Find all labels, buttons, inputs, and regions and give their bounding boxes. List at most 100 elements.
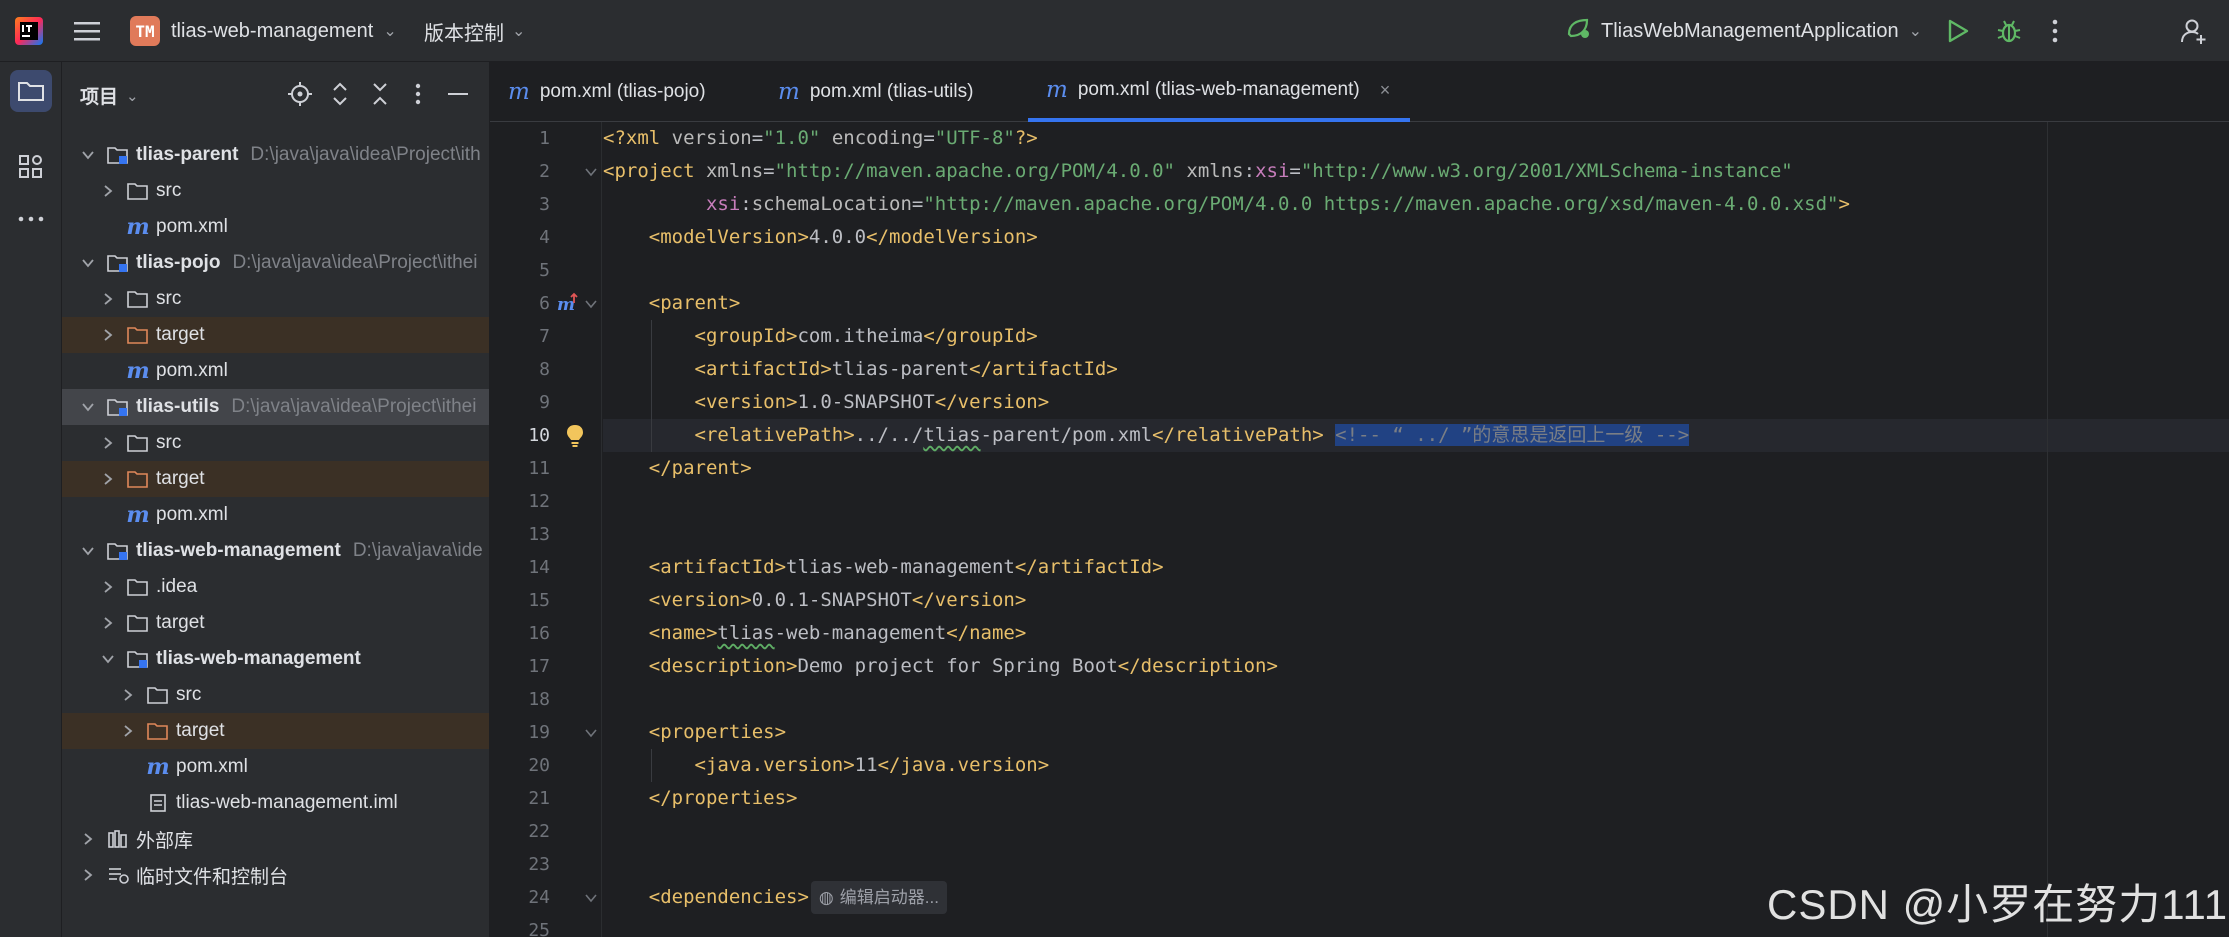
chevron-down-icon[interactable]: [78, 541, 98, 561]
tree-item[interactable]: target: [62, 605, 489, 641]
locate-file-icon[interactable]: [286, 80, 314, 108]
tree-item[interactable]: tlias-utils D:\java\java\idea\Project\ith…: [62, 389, 489, 425]
options-icon[interactable]: [404, 80, 432, 108]
tab-pom-utils[interactable]: m pom.xml (tlias-utils): [778, 62, 973, 122]
project-badge[interactable]: TM: [130, 16, 160, 46]
tree-item[interactable]: src: [62, 677, 489, 713]
intellij-logo-icon[interactable]: [14, 16, 44, 46]
fold-chevron-icon[interactable]: [584, 881, 598, 914]
chevron-down-icon[interactable]: [78, 253, 98, 273]
tree-item[interactable]: src: [62, 173, 489, 209]
debug-icon[interactable]: [1996, 0, 2022, 62]
tree-item[interactable]: tlias-web-management D:\java\java\ide: [62, 533, 489, 569]
lightbulb-icon[interactable]: [566, 423, 584, 454]
main-menu-icon[interactable]: [74, 0, 102, 62]
code-line-2: <project xmlns="http://maven.apache.org/…: [603, 160, 1793, 182]
tree-item[interactable]: src: [62, 425, 489, 461]
chevron-down-icon[interactable]: [98, 649, 118, 669]
run-configuration-selector[interactable]: TliasWebManagementApplication ⌄: [1565, 0, 1922, 62]
chevron-right-icon[interactable]: [118, 721, 138, 741]
code-area[interactable]: <?xml version="1.0" encoding="UTF-8"?> <…: [603, 122, 2229, 937]
close-tab-icon[interactable]: ×: [1380, 80, 1391, 101]
project-switcher[interactable]: tlias-web-management ⌄: [171, 0, 397, 62]
watermark: CSDN @小罗在努力111: [1767, 881, 2229, 928]
more-tools-icon[interactable]: [10, 198, 52, 240]
chevron-right-icon[interactable]: [98, 289, 118, 309]
tree-item-label: src: [156, 432, 182, 453]
tree-item-path: D:\java\java\idea\Project\ithei: [231, 396, 477, 417]
collapse-all-icon[interactable]: [366, 80, 394, 108]
vcs-menu[interactable]: 版本控制 ⌄: [424, 0, 525, 62]
chevron-down-icon[interactable]: [78, 397, 98, 417]
run-icon[interactable]: [1947, 0, 1969, 62]
folder-icon: [146, 684, 170, 706]
more-actions-icon[interactable]: [2052, 0, 2058, 62]
folder-icon: [126, 180, 150, 202]
tree-item[interactable]: tlias-web-management: [62, 641, 489, 677]
tree-item[interactable]: src: [62, 281, 489, 317]
excluded-folder-icon: [146, 720, 170, 742]
module-folder-icon: [106, 540, 130, 562]
chevron-right-icon[interactable]: [78, 829, 98, 849]
project-view-selector[interactable]: 项目 ⌄: [80, 82, 139, 109]
code-line-6: <parent>: [648, 292, 741, 314]
fold-chevron-icon[interactable]: [584, 155, 598, 188]
line-number: 20: [528, 755, 550, 776]
chevron-right-icon[interactable]: [98, 613, 118, 633]
tree-item[interactable]: target: [62, 713, 489, 749]
spring-leaf-icon: ◍: [818, 888, 834, 907]
tree-item[interactable]: m pom.xml: [62, 497, 489, 533]
fold-chevron-icon[interactable]: [584, 716, 598, 749]
line-number: 24: [528, 887, 550, 908]
navigate-parent-pom-icon[interactable]: m: [556, 291, 580, 320]
chevron-right-icon[interactable]: [98, 577, 118, 597]
tree-item-label: tlias-pojo: [136, 252, 221, 273]
line-number: 19: [528, 722, 550, 743]
folder-icon: [126, 612, 150, 634]
tree-item[interactable]: target: [62, 317, 489, 353]
add-user-icon[interactable]: [2180, 0, 2208, 62]
edit-starters-hint[interactable]: ◍ 编辑启动器...: [810, 881, 947, 914]
minimize-icon[interactable]: [444, 80, 472, 108]
tree-item-label: pom.xml: [156, 504, 228, 525]
tree-item[interactable]: 外部库: [62, 821, 489, 857]
tab-pom-web-management[interactable]: m pom.xml (tlias-web-management) ×: [1028, 62, 1411, 122]
line-number: 2: [539, 161, 550, 182]
spring-boot-icon: [1565, 16, 1591, 46]
tree-item[interactable]: m pom.xml: [62, 209, 489, 245]
tree-item[interactable]: target: [62, 461, 489, 497]
chevron-down-icon[interactable]: [78, 145, 98, 165]
tree-item[interactable]: m pom.xml: [62, 353, 489, 389]
project-folder-icon[interactable]: [10, 70, 52, 112]
tree-item[interactable]: 临时文件和控制台: [62, 857, 489, 893]
chevron-right-icon[interactable]: [98, 181, 118, 201]
tree-item[interactable]: m pom.xml: [62, 749, 489, 785]
excluded-folder-icon: [126, 468, 150, 490]
tree-item-label: 外部库: [136, 830, 194, 852]
chevron-right-icon[interactable]: [78, 865, 98, 885]
library-icon: [106, 828, 130, 850]
tree-item-label: 临时文件和控制台: [136, 866, 289, 888]
tree-item[interactable]: .idea: [62, 569, 489, 605]
chevron-right-icon[interactable]: [118, 685, 138, 705]
structure-icon[interactable]: [10, 146, 52, 188]
tree-item[interactable]: tlias-parent D:\java\java\idea\Project\it…: [62, 137, 489, 173]
module-folder-icon: [106, 144, 130, 166]
fold-chevron-icon[interactable]: [584, 287, 598, 320]
tree-item-label: pom.xml: [176, 756, 248, 777]
line-number: 15: [528, 590, 550, 611]
expand-all-icon[interactable]: [326, 80, 354, 108]
chevron-right-icon[interactable]: [98, 433, 118, 453]
tree-item-label: tlias-web-management: [136, 540, 341, 561]
run-config-label: TliasWebManagementApplication: [1601, 19, 1899, 42]
chevron-right-icon[interactable]: [98, 469, 118, 489]
code-line-10: <relativePath>../../tlias-parent/pom.xml…: [603, 419, 2229, 452]
tree-item[interactable]: tlias-web-management.iml: [62, 785, 489, 821]
chevron-right-icon[interactable]: [98, 325, 118, 345]
tree-item-label: src: [156, 288, 182, 309]
tab-pom-pojo[interactable]: m pom.xml (tlias-pojo): [508, 62, 706, 122]
module-folder-icon: [106, 396, 130, 418]
tree-item[interactable]: tlias-pojo D:\java\java\idea\Project\ithe…: [62, 245, 489, 281]
